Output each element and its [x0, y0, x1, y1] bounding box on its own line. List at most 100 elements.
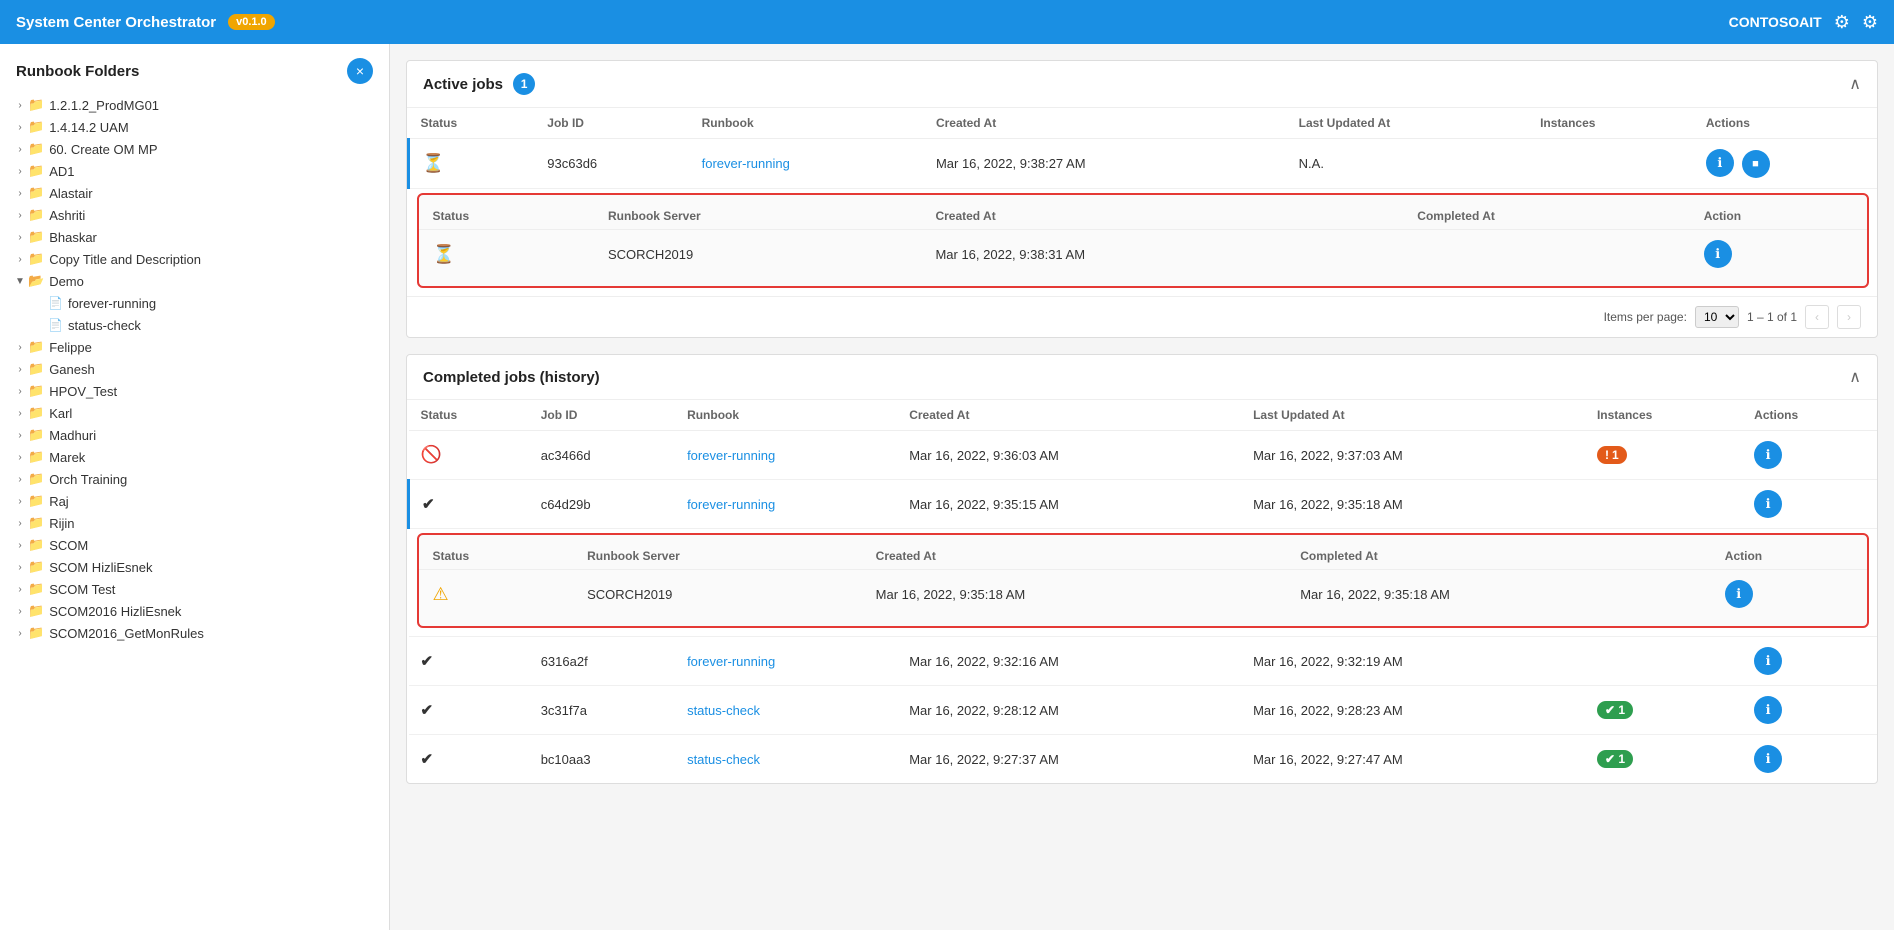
chevron-empty: [32, 317, 48, 333]
sidebar-folder-ganesh[interactable]: ›📁Ganesh: [0, 358, 389, 380]
active-jobs-thead-row: Status Job ID Runbook Created At Last Up…: [409, 108, 1878, 139]
sidebar-item-ad1[interactable]: ›📁AD1: [0, 160, 389, 182]
sidebar-folder-scom[interactable]: ›📁SCOM: [0, 534, 389, 556]
completed-jobs-collapse-icon[interactable]: ∧: [1849, 367, 1861, 387]
col-lastupdatedat: Last Updated At: [1287, 108, 1528, 139]
sidebar-item-1414[interactable]: ›📁1.4.14.2 UAM: [0, 116, 389, 138]
stop-button[interactable]: ■: [1742, 150, 1770, 178]
info-button[interactable]: ℹ: [1706, 149, 1734, 177]
sidebar-folder-karl[interactable]: ›📁Karl: [0, 402, 389, 424]
success-status-icon: ✔: [422, 496, 435, 513]
settings-icon[interactable]: ⚙: [1834, 12, 1850, 33]
sidebar-folder-60[interactable]: ›📁60. Create OM MP: [0, 138, 389, 160]
sub-info-button[interactable]: ℹ: [1704, 240, 1732, 268]
pagination-prev-button[interactable]: ‹: [1805, 305, 1829, 329]
folder-icon: 📁: [28, 207, 44, 223]
runbook-link[interactable]: forever-running: [687, 497, 775, 512]
status-cell: ✔: [409, 686, 529, 735]
sidebar-item-scomtest[interactable]: ›📁SCOM Test: [0, 578, 389, 600]
sidebar-item-demo[interactable]: ▼📂Demo: [0, 270, 389, 292]
sidebar-folder-ashriti[interactable]: ›📁Ashriti: [0, 204, 389, 226]
sidebar-item-ganesh[interactable]: ›📁Ganesh: [0, 358, 389, 380]
col-jobid: Job ID: [535, 108, 689, 139]
pagination-next-button[interactable]: ›: [1837, 305, 1861, 329]
sidebar-item-forever-running[interactable]: 📄forever-running: [20, 292, 389, 314]
sidebar-folder-alastair[interactable]: ›📁Alastair: [0, 182, 389, 204]
sidebar-item-scom[interactable]: ›📁SCOM: [0, 534, 389, 556]
sub-instance-row: ⚠ SCORCH2019 Mar 16, 2022, 9:35:18 AM Ma…: [419, 570, 1868, 619]
info-button[interactable]: ℹ: [1754, 490, 1782, 518]
sidebar-item-rijin[interactable]: ›📁Rijin: [0, 512, 389, 534]
sidebar-item-hpov[interactable]: ›📁HPOV_Test: [0, 380, 389, 402]
info-button[interactable]: ℹ: [1754, 745, 1782, 773]
sidebar-item-status-check[interactable]: 📄status-check: [20, 314, 389, 336]
runbook-cell: forever-running: [675, 637, 897, 686]
runbook-link[interactable]: status-check: [687, 703, 760, 718]
sidebar-folder-scomhizliesnek[interactable]: ›📁SCOM HizliEsnek: [0, 556, 389, 578]
sub-table-row: Status Runbook Server Created At Complet…: [409, 529, 1878, 637]
sidebar-item-felippe[interactable]: ›📁Felippe: [0, 336, 389, 358]
sidebar-item-ashriti[interactable]: ›📁Ashriti: [0, 204, 389, 226]
sidebar-folder-1212[interactable]: ›📁1.2.1.2_ProdMG01: [0, 94, 389, 116]
sub-tbody: ⏳ SCORCH2019 Mar 16, 2022, 9:38:31 AM ℹ: [419, 230, 1868, 279]
folder-icon: 📁: [28, 141, 44, 157]
sidebar-item-madhuri[interactable]: ›📁Madhuri: [0, 424, 389, 446]
info-button[interactable]: ℹ: [1754, 696, 1782, 724]
runbook-link[interactable]: status-check: [687, 752, 760, 767]
sidebar-folder-felippe[interactable]: ›📁Felippe: [0, 336, 389, 358]
sidebar-item-bhaskar[interactable]: ›📁Bhaskar: [0, 226, 389, 248]
items-per-page-select[interactable]: 10 25 50: [1695, 306, 1739, 328]
sub-thead-row: Status Runbook Server Created At Complet…: [419, 203, 1868, 230]
sidebar-item-marek[interactable]: ›📁Marek: [0, 446, 389, 468]
status-cell: 🚫: [409, 431, 529, 480]
sidebar-item-60[interactable]: ›📁60. Create OM MP: [0, 138, 389, 160]
active-jobs-header: Active jobs 1 ∧: [407, 61, 1877, 108]
sidebar-folder-orchtraining[interactable]: ›📁Orch Training: [0, 468, 389, 490]
sidebar-folder-scom2016getmonrules[interactable]: ›📁SCOM2016_GetMonRules: [0, 622, 389, 644]
sidebar-folder-hpov[interactable]: ›📁HPOV_Test: [0, 380, 389, 402]
col-lastupdatedat: Last Updated At: [1241, 400, 1585, 431]
sidebar-item-raj[interactable]: ›📁Raj: [0, 490, 389, 512]
sidebar-folder-copytitle[interactable]: ›📁Copy Title and Description: [0, 248, 389, 270]
sidebar-folder-scom2016hizliesnek[interactable]: ›📁SCOM2016 HizliEsnek: [0, 600, 389, 622]
sidebar-item-copytitle[interactable]: ›📁Copy Title and Description: [0, 248, 389, 270]
sub-server-cell: SCORCH2019: [594, 230, 921, 279]
active-jobs-collapse-icon[interactable]: ∧: [1849, 74, 1861, 94]
sidebar-close-button[interactable]: ×: [347, 58, 373, 84]
runbook-link[interactable]: forever-running: [687, 654, 775, 669]
sidebar-folder-marek[interactable]: ›📁Marek: [0, 446, 389, 468]
sidebar-item-scomhizliesnek[interactable]: ›📁SCOM HizliEsnek: [0, 556, 389, 578]
gear-icon[interactable]: ⚙: [1862, 12, 1878, 33]
col-instances: Instances: [1585, 400, 1742, 431]
sidebar-folder-1414[interactable]: ›📁1.4.14.2 UAM: [0, 116, 389, 138]
sidebar-item-karl[interactable]: ›📁Karl: [0, 402, 389, 424]
sub-col-server: Runbook Server: [573, 543, 862, 570]
success-status-icon: ✔: [421, 751, 434, 768]
sidebar-folder-rijin[interactable]: ›📁Rijin: [0, 512, 389, 534]
runbook-link[interactable]: forever-running: [702, 156, 790, 171]
sidebar-folder-demo[interactable]: ▼📂Demo📄forever-running📄status-check: [0, 270, 389, 336]
info-button[interactable]: ℹ: [1754, 647, 1782, 675]
active-jobs-table: Status Job ID Runbook Created At Last Up…: [407, 108, 1877, 296]
sub-info-button[interactable]: ℹ: [1725, 580, 1753, 608]
runbook-link[interactable]: forever-running: [687, 448, 775, 463]
sidebar-item-1212[interactable]: ›📁1.2.1.2_ProdMG01: [0, 94, 389, 116]
folder-icon: 📁: [28, 515, 44, 531]
sidebar-folder-raj[interactable]: ›📁Raj: [0, 490, 389, 512]
actions-cell: ℹ: [1742, 735, 1877, 784]
org-name: CONTOSOAIT: [1729, 14, 1822, 30]
sidebar-item-scom2016getmonrules[interactable]: ›📁SCOM2016_GetMonRules: [0, 622, 389, 644]
folder-icon: 📁: [28, 427, 44, 443]
sub-createdat-cell: Mar 16, 2022, 9:38:31 AM: [921, 230, 1403, 279]
sidebar-item-alastair[interactable]: ›📁Alastair: [0, 182, 389, 204]
sidebar-item-orchtraining[interactable]: ›📁Orch Training: [0, 468, 389, 490]
sidebar-folder-ad1[interactable]: ›📁AD1: [0, 160, 389, 182]
chevron-right-icon: ›: [12, 207, 28, 223]
sidebar-folder-madhuri[interactable]: ›📁Madhuri: [0, 424, 389, 446]
completed-jobs-title-row: Completed jobs (history): [423, 369, 600, 386]
warn-icon: !: [1605, 448, 1609, 462]
sidebar-folder-bhaskar[interactable]: ›📁Bhaskar: [0, 226, 389, 248]
sidebar-item-scom2016hizliesnek[interactable]: ›📁SCOM2016 HizliEsnek: [0, 600, 389, 622]
sidebar-folder-scomtest[interactable]: ›📁SCOM Test: [0, 578, 389, 600]
info-button[interactable]: ℹ: [1754, 441, 1782, 469]
